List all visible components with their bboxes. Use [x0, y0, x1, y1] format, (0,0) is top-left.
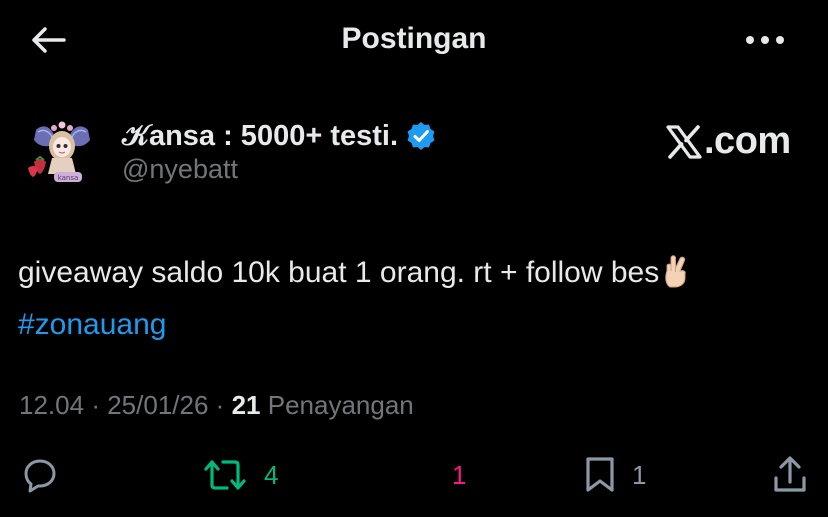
post-time[interactable]: 12.04: [19, 390, 84, 420]
post-body: giveaway saldo 10k buat 1 orang. rt + fo…: [18, 250, 808, 348]
top-bar: Postingan: [0, 0, 828, 80]
bookmark-icon: [586, 457, 614, 492]
bookmark-count: 1: [632, 459, 647, 490]
share-icon: [774, 456, 806, 492]
hashtag-link[interactable]: #zonauang: [18, 308, 166, 341]
share-button[interactable]: [772, 448, 808, 502]
x-logo-icon: [666, 124, 702, 159]
meta-separator: ·: [215, 390, 225, 420]
post-meta: 12.04 · 25/01/26 · 21 Penayangan: [19, 390, 414, 421]
repost-count: 4: [264, 459, 279, 490]
bookmark-button[interactable]: 1: [584, 448, 646, 502]
author-display-name[interactable]: 𝒦ansa : 5000+ testi.: [122, 120, 398, 153]
reply-button[interactable]: [22, 448, 58, 502]
author-handle[interactable]: @nyebatt: [122, 154, 238, 185]
repost-icon: [204, 460, 246, 490]
author-name-row[interactable]: 𝒦ansa : 5000+ testi.: [122, 116, 436, 156]
x-com-text: .com: [704, 120, 791, 162]
avatar[interactable]: kansa: [24, 118, 100, 184]
page-title: Postingan: [341, 22, 487, 55]
x-com-watermark: .com: [666, 120, 791, 163]
reply-icon: [24, 459, 56, 493]
more-options-button[interactable]: [738, 22, 792, 58]
verified-badge-icon: [406, 121, 436, 151]
crossed-fingers-emoji: [661, 254, 693, 302]
post-date[interactable]: 25/01/26: [107, 390, 208, 420]
views-count[interactable]: 21: [232, 390, 261, 420]
views-label[interactable]: Penayangan: [268, 390, 414, 420]
repost-button[interactable]: 4: [202, 448, 278, 502]
like-count: 1: [452, 459, 467, 490]
more-horizontal-icon: [746, 36, 784, 44]
post-text: giveaway saldo 10k buat 1 orang. rt + fo…: [18, 256, 660, 289]
meta-separator: ·: [91, 390, 100, 420]
avatar-badge-text: kansa: [58, 174, 79, 182]
heart-icon: [398, 457, 436, 493]
action-bar: 4 1 1: [0, 448, 828, 502]
like-button[interactable]: 1: [398, 448, 466, 502]
